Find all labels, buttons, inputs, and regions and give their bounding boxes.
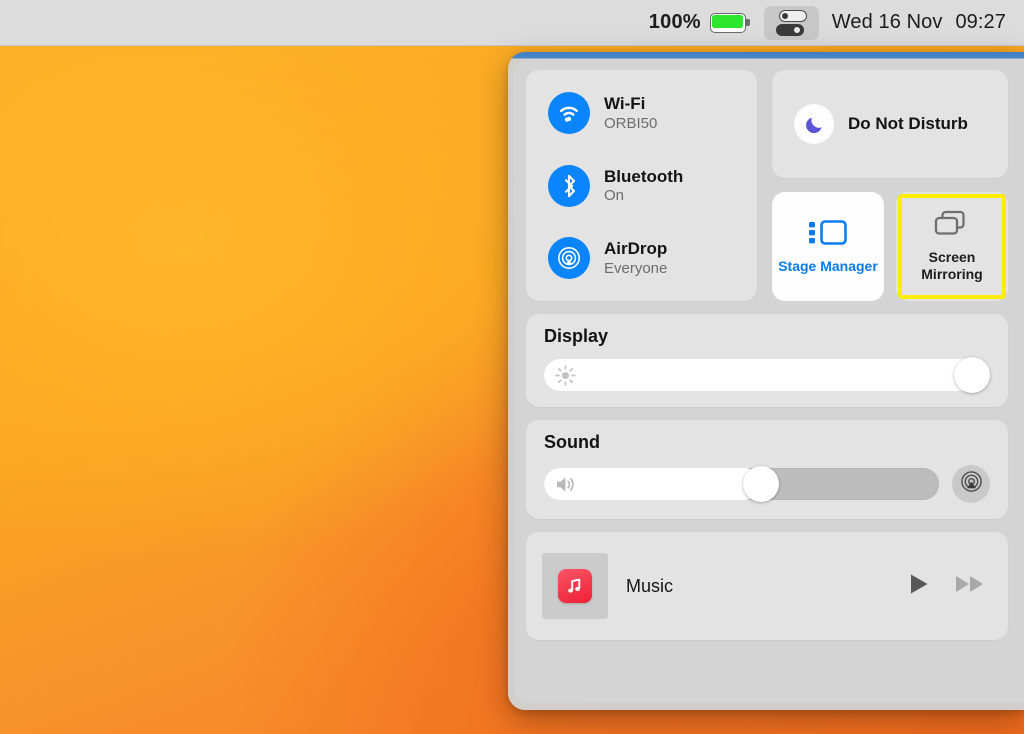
do-not-disturb-tile[interactable]: Do Not Disturb bbox=[772, 70, 1008, 178]
do-not-disturb-label: Do Not Disturb bbox=[848, 114, 968, 135]
bluetooth-icon bbox=[548, 165, 590, 207]
battery-status-item[interactable]: 100% bbox=[649, 0, 750, 46]
album-artwork-placeholder bbox=[542, 553, 608, 619]
brightness-icon bbox=[555, 365, 576, 391]
bluetooth-status: On bbox=[604, 187, 683, 204]
airplay-audio-icon bbox=[959, 469, 984, 499]
brightness-slider-knob[interactable] bbox=[954, 357, 990, 393]
volume-icon bbox=[555, 474, 579, 500]
moon-icon bbox=[794, 104, 834, 144]
airdrop-title: AirDrop bbox=[604, 239, 667, 259]
fast-forward-button[interactable] bbox=[954, 571, 986, 602]
play-button[interactable] bbox=[906, 571, 932, 602]
airdrop-control[interactable]: AirDrop Everyone bbox=[548, 237, 757, 279]
menu-bar: 100% Wed 16 Nov 09:27 bbox=[0, 0, 1024, 46]
music-app-icon bbox=[558, 569, 592, 603]
control-center-panel: Wi-Fi ORBI50 Bluetooth On bbox=[508, 52, 1024, 710]
display-title: Display bbox=[544, 326, 990, 347]
brightness-slider[interactable] bbox=[544, 359, 990, 391]
menu-bar-time: 09:27 bbox=[955, 11, 1006, 34]
wifi-control[interactable]: Wi-Fi ORBI50 bbox=[548, 92, 757, 134]
airdrop-icon bbox=[548, 237, 590, 279]
wifi-status: ORBI50 bbox=[604, 115, 657, 132]
stage-manager-icon bbox=[808, 219, 848, 251]
connectivity-tile: Wi-Fi ORBI50 Bluetooth On bbox=[526, 70, 757, 301]
volume-slider[interactable] bbox=[544, 468, 939, 500]
menu-bar-date: Wed 16 Nov bbox=[832, 11, 943, 34]
desktop-screen: 100% Wed 16 Nov 09:27 bbox=[0, 0, 1024, 734]
volume-slider-knob[interactable] bbox=[743, 466, 779, 502]
sound-title: Sound bbox=[544, 432, 990, 453]
airdrop-status: Everyone bbox=[604, 260, 667, 277]
battery-full-icon bbox=[710, 13, 750, 33]
stage-manager-label: Stage Manager bbox=[778, 258, 878, 275]
music-tile: Music bbox=[526, 532, 1008, 640]
control-center-icon bbox=[776, 9, 807, 36]
control-center-menu-button[interactable] bbox=[764, 6, 819, 40]
wifi-title: Wi-Fi bbox=[604, 94, 657, 114]
screen-mirroring-icon bbox=[934, 210, 970, 242]
battery-percent-label: 100% bbox=[649, 11, 701, 34]
screen-mirroring-tile[interactable]: Screen Mirroring bbox=[896, 192, 1008, 301]
bluetooth-control[interactable]: Bluetooth On bbox=[548, 165, 757, 207]
sound-tile: Sound bbox=[526, 420, 1008, 519]
bluetooth-title: Bluetooth bbox=[604, 167, 683, 187]
music-title-label: Music bbox=[626, 576, 888, 597]
screen-mirroring-label: Screen Mirroring bbox=[896, 249, 1008, 282]
airplay-audio-button[interactable] bbox=[952, 465, 990, 503]
menu-bar-clock[interactable]: Wed 16 Nov 09:27 bbox=[832, 0, 1006, 46]
stage-manager-tile[interactable]: Stage Manager bbox=[772, 192, 884, 301]
wifi-icon bbox=[548, 92, 590, 134]
display-tile: Display bbox=[526, 314, 1008, 407]
